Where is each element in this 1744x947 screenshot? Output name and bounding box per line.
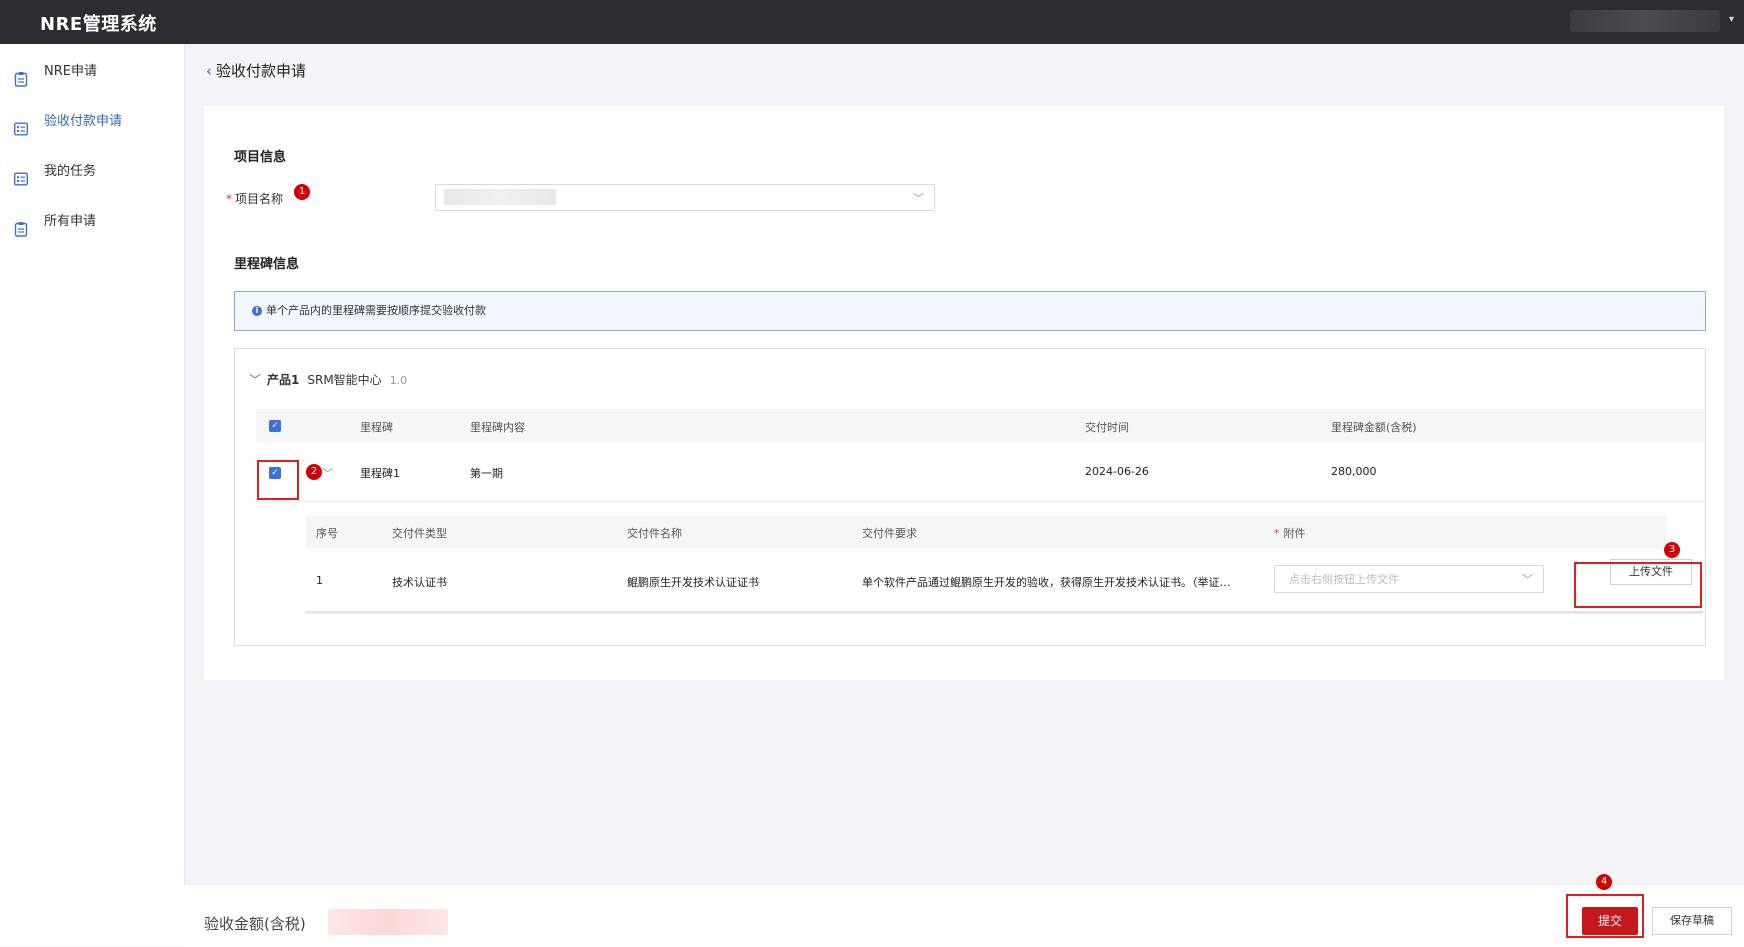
required-mark: * bbox=[226, 192, 232, 206]
annotation-badge-1: 1 bbox=[294, 184, 310, 200]
list-card-icon bbox=[13, 114, 29, 136]
annotation-badge-2: 2 bbox=[306, 464, 322, 480]
top-header: NRE管理系统 ▾ bbox=[0, 0, 1744, 44]
chevron-down-icon[interactable]: ﹀ bbox=[249, 373, 261, 387]
deliverable-type: 技术认证书 bbox=[392, 576, 447, 589]
chevron-left-icon[interactable]: ‹ bbox=[206, 62, 212, 80]
deliverable-name: 鲲鹏原生开发技术认证证书 bbox=[627, 576, 759, 589]
milestone-section-title: 里程碑信息 bbox=[234, 257, 300, 272]
sidebar-item-all-applications[interactable]: 所有申请 bbox=[0, 202, 184, 242]
milestone-content: 第一期 bbox=[470, 467, 503, 480]
product-header[interactable]: ﹀ 产品1 SRM智能中心 1.0 bbox=[249, 371, 407, 388]
table-row: 1 技术认证书 鲲鹏原生开发技术认证证书 单个软件产品通过鲲鹏原生开发的验收，获… bbox=[306, 549, 1703, 611]
save-draft-button[interactable]: 保存草稿 bbox=[1652, 907, 1732, 935]
col-header-index: 序号 bbox=[316, 527, 338, 540]
milestone-name: 里程碑1 bbox=[360, 467, 400, 480]
col-header-delivery-time: 交付时间 bbox=[1085, 421, 1129, 434]
info-icon: i bbox=[252, 306, 262, 316]
col-header-attachment: * 附件 bbox=[1274, 525, 1306, 541]
sidebar-item-label: NRE申请 bbox=[44, 64, 97, 79]
col-header-content: 里程碑内容 bbox=[470, 421, 525, 434]
chevron-down-icon[interactable]: ﹀ bbox=[322, 465, 333, 481]
annotation-badge-3: 3 bbox=[1664, 542, 1680, 558]
annotation-box-2 bbox=[257, 460, 299, 500]
project-section-title: 项目信息 bbox=[234, 150, 287, 165]
project-name-label: * 项目名称 bbox=[226, 190, 283, 207]
sidebar-item-nre-apply[interactable]: NRE申请 bbox=[0, 52, 184, 92]
col-header-amount: 里程碑金额(含税) bbox=[1331, 421, 1417, 434]
sidebar-item-label: 我的任务 bbox=[44, 164, 97, 179]
acceptance-amount-redacted bbox=[328, 909, 448, 935]
clipboard-icon bbox=[14, 64, 28, 87]
col-header-attachment-text: 附件 bbox=[1283, 527, 1306, 540]
deliverable-requirement: 单个软件产品通过鲲鹏原生开发的验收，获得原生开发技术认证书。（举证… bbox=[862, 576, 1231, 589]
col-header-milestone: 里程碑 bbox=[360, 421, 393, 434]
footer-bar: 验收金额(含税) 提交 保存草稿 bbox=[184, 884, 1744, 947]
breadcrumb[interactable]: ‹ 验收付款申请 bbox=[206, 60, 306, 81]
project-name-label-text: 项目名称 bbox=[235, 192, 284, 206]
select-all-checkbox[interactable]: ✓ bbox=[269, 420, 281, 432]
attachment-placeholder: 点击右侧按钮上传文件 bbox=[1289, 573, 1399, 586]
user-menu[interactable] bbox=[1570, 10, 1720, 32]
table-row: ✓ ﹀ 里程碑1 第一期 2024-06-26 280,000 bbox=[256, 445, 1704, 502]
table-scrollbar[interactable] bbox=[306, 611, 1703, 614]
deliverable-table-header: 序号 交付件类型 交付件名称 交付件要求 * 附件 bbox=[306, 515, 1667, 549]
clipboard-icon bbox=[14, 214, 28, 237]
redacted-value bbox=[444, 189, 556, 205]
app-title: NRE管理系统 bbox=[40, 14, 157, 35]
chevron-down-icon: ﹀ bbox=[913, 192, 924, 205]
project-name-select[interactable]: ﹀ bbox=[435, 184, 935, 211]
sidebar-item-my-tasks[interactable]: 我的任务 bbox=[0, 152, 184, 192]
deliverable-index: 1 bbox=[316, 574, 323, 587]
sidebar-item-label: 验收付款申请 bbox=[44, 114, 123, 129]
product-name: 产品1 bbox=[267, 373, 300, 387]
required-mark: * bbox=[1274, 527, 1280, 540]
page-title: 验收付款申请 bbox=[216, 62, 307, 80]
milestone-table-header: ✓ 里程碑 里程碑内容 交付时间 里程碑金额(含税) bbox=[256, 409, 1704, 443]
annotation-box-3 bbox=[1574, 562, 1702, 608]
col-header-requirement: 交付件要求 bbox=[862, 527, 917, 540]
sidebar-item-label: 所有申请 bbox=[44, 214, 97, 229]
annotation-box-4 bbox=[1566, 894, 1644, 938]
attachment-select[interactable]: 点击右侧按钮上传文件 ﹀ bbox=[1274, 565, 1544, 593]
col-header-type: 交付件类型 bbox=[392, 527, 447, 540]
chevron-down-icon[interactable]: ▾ bbox=[1729, 14, 1734, 25]
annotation-badge-4: 4 bbox=[1596, 874, 1612, 890]
notice-text: 单个产品内的里程碑需要按顺序提交验收付款 bbox=[266, 304, 486, 317]
product-version: 1.0 bbox=[389, 374, 408, 387]
sidebar-item-acceptance-payment[interactable]: 验收付款申请 bbox=[0, 102, 184, 142]
product-panel: ﹀ 产品1 SRM智能中心 1.0 ✓ 里程碑 里程碑内容 交付时间 里程碑金额(含税… bbox=[234, 348, 1706, 646]
list-card-icon bbox=[13, 164, 29, 186]
delivery-date: 2024-06-26 bbox=[1085, 465, 1149, 478]
acceptance-amount-label: 验收金额(含税) bbox=[204, 915, 306, 933]
product-center: SRM智能中心 bbox=[307, 373, 382, 387]
chevron-down-icon: ﹀ bbox=[1522, 573, 1533, 586]
milestone-amount: 280,000 bbox=[1331, 465, 1377, 478]
col-header-name: 交付件名称 bbox=[627, 527, 682, 540]
info-notice: i 单个产品内的里程碑需要按顺序提交验收付款 bbox=[234, 291, 1706, 331]
sidebar: NRE申请 验收付款申请 我的任务 所有申请 bbox=[0, 44, 185, 946]
